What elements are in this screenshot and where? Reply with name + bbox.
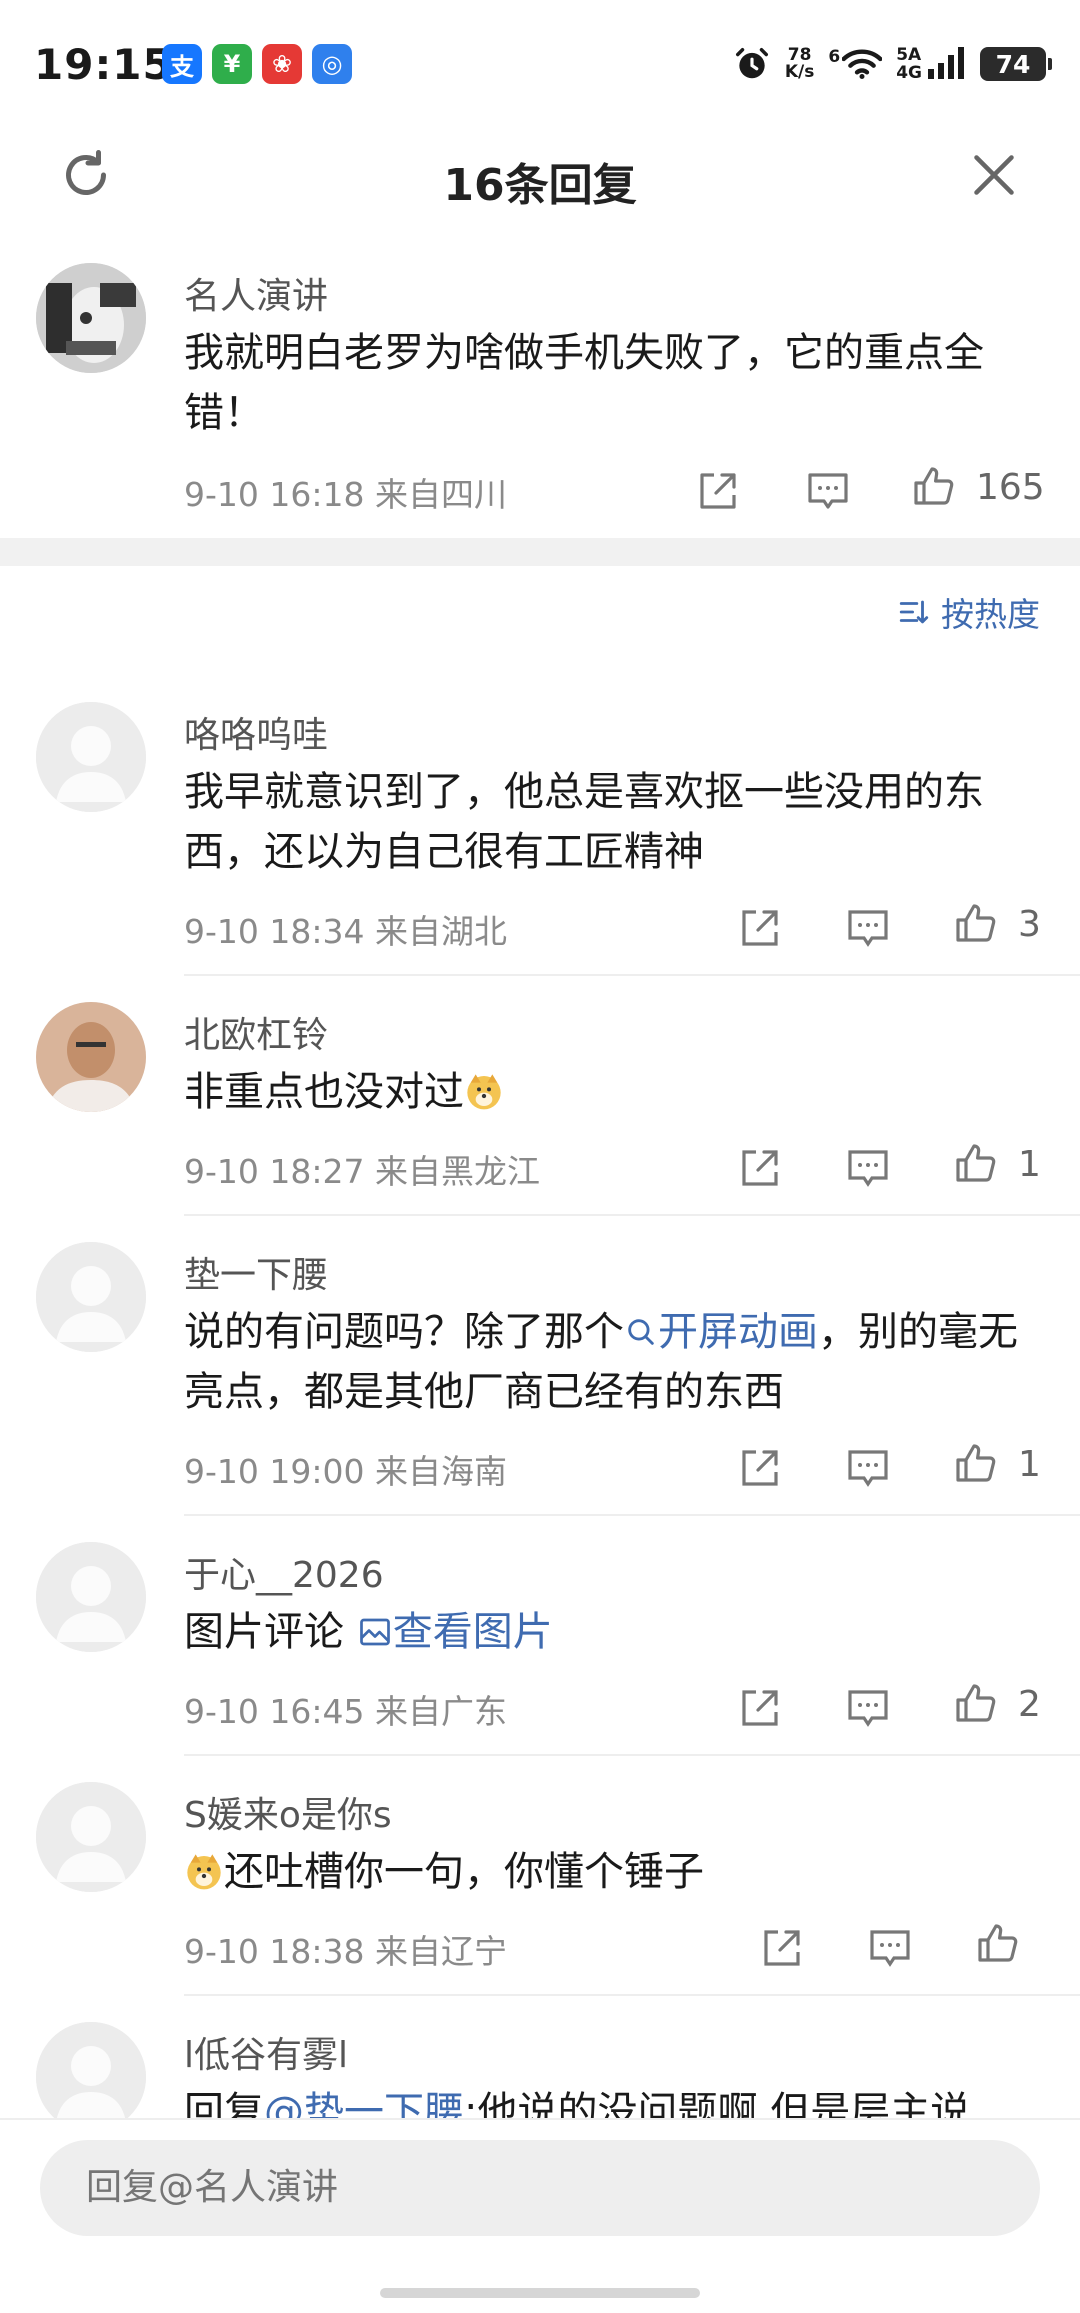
reply-username[interactable]: S媛来o是你s [184, 1786, 392, 1838]
avatar[interactable] [36, 702, 146, 812]
comment-icon[interactable] [804, 467, 852, 515]
avatar[interactable] [36, 263, 146, 373]
alarm-icon [735, 48, 768, 79]
share-icon[interactable] [736, 904, 784, 952]
share-icon[interactable] [758, 1924, 806, 1972]
reply-username[interactable]: 于心__2026 [184, 1546, 384, 1598]
reply-text: 我早就意识到了，他总是喜欢抠一些没用的东西，还以为自己很有工匠精神 [184, 769, 984, 875]
main-post-text: 我就明白老罗为啥做手机失败了，它的重点全错！ [184, 330, 984, 436]
comment-icon[interactable] [866, 1924, 914, 1972]
view-image-link[interactable]: 查看图片 [357, 1609, 553, 1655]
avatar[interactable] [36, 2022, 146, 2118]
mention-link[interactable]: @垫一下腰 [264, 2089, 464, 2118]
reply-text: 非重点也没对过 [184, 1062, 1044, 1122]
share-icon[interactable] [736, 1144, 784, 1192]
like-icon[interactable] [952, 900, 1000, 948]
main-post: 名人演讲 我就明白老罗为啥做手机失败了，它的重点全错！ 9-10 16:18 来… [0, 255, 1080, 535]
cell-signal: 5A 4G [896, 46, 966, 82]
shopping-app-icon: ¥ [212, 44, 252, 84]
share-icon[interactable] [736, 1444, 784, 1492]
reply-meta: 9-10 18:34 来自湖北 [184, 912, 507, 951]
image-icon [359, 1618, 390, 1646]
share-icon[interactable] [736, 1684, 784, 1732]
divider [184, 1514, 1080, 1516]
list-item: 于心__2026 图片评论 查看图片 9-10 16:45 来自广东 2 [0, 1540, 1080, 1760]
alipay-app-icon: 支 [162, 44, 202, 84]
reply-username[interactable]: 垫一下腰 [184, 1246, 328, 1298]
reply-meta: 9-10 18:27 来自黑龙江 [184, 1152, 540, 1191]
reply-meta: 9-10 16:45 来自广东 [184, 1692, 507, 1731]
divider [184, 1214, 1080, 1216]
reply-meta: 9-10 18:38 来自辽宁 [184, 1932, 507, 1971]
wifi-indicator: 6 [828, 48, 883, 80]
status-bar: 19:15 支 ¥ ❀ ◎ 78 K/s 6 5A 4G 74 [0, 0, 1080, 120]
main-post-meta: 9-10 16:18 来自四川 [184, 475, 507, 514]
doge-emoji-icon [187, 1854, 221, 1890]
page-title: 16条回复 [443, 160, 637, 211]
reply-bar [0, 2118, 1080, 2313]
divider [184, 974, 1080, 976]
reply-meta: 9-10 19:00 来自海南 [184, 1452, 507, 1491]
like-count: 2 [1018, 1684, 1041, 1725]
avatar-photo [36, 263, 146, 373]
divider [184, 1754, 1080, 1756]
like-icon[interactable] [910, 463, 958, 511]
search-link[interactable]: 开屏动画 [624, 1309, 818, 1355]
like-count: 1 [1018, 1144, 1041, 1185]
net-speed: 78 K/s [784, 45, 815, 82]
home-indicator[interactable] [380, 2288, 700, 2298]
list-item: 咯咯呜哇 我早就意识到了，他总是喜欢抠一些没用的东西，还以为自己很有工匠精神 9… [0, 700, 1080, 980]
reply-input[interactable] [40, 2140, 1040, 2236]
share-icon[interactable] [694, 467, 742, 515]
comment-icon[interactable] [844, 1444, 892, 1492]
list-item: S媛来o是你s 还吐槽你一句，你懂个锤子 9-10 18:38 来自辽宁 [0, 1780, 1080, 2000]
battery-indicator: 74 [980, 47, 1052, 81]
avatar[interactable] [36, 1542, 146, 1652]
like-icon[interactable] [974, 1920, 1022, 1968]
list-item: 北欧杠铃 非重点也没对过 9-10 18:27 来自黑龙江 1 [0, 1000, 1080, 1220]
comment-icon[interactable] [844, 904, 892, 952]
reply-text: 回复@垫一下腰:他说的没问题啊 但是层主说 [184, 2082, 1044, 2118]
signal-bars-icon [928, 47, 964, 79]
reply-text: 说的有问题吗？除了那个 开屏动画，别的毫无亮点，都是其他厂商已经有的东西 [184, 1309, 1018, 1415]
avatar[interactable] [36, 1782, 146, 1892]
divider [184, 1994, 1080, 1996]
reply-text: 图片评论 查看图片 [184, 1609, 553, 1655]
status-indicators: 78 K/s 6 5A 4G 74 [733, 42, 1052, 86]
main-post-username[interactable]: 名人演讲 [184, 267, 328, 319]
sort-icon [899, 600, 929, 624]
list-item: l低谷有雾l 回复@垫一下腰:他说的没问题啊 但是层主说 [0, 2020, 1080, 2118]
section-divider [0, 538, 1080, 566]
sort-label: 按热度 [941, 595, 1040, 634]
header: 16条回复 [0, 125, 1080, 221]
like-count: 3 [1018, 904, 1041, 945]
reply-username[interactable]: 北欧杠铃 [184, 1006, 328, 1058]
search-icon [628, 1319, 654, 1345]
status-time: 19:15 [34, 40, 173, 89]
browser-app-icon: ◎ [312, 44, 352, 84]
like-count: 1 [1018, 1444, 1041, 1485]
reply-username[interactable]: 咯咯呜哇 [184, 706, 328, 758]
like-count: 165 [976, 467, 1045, 508]
wifi-icon [842, 49, 883, 79]
comment-icon[interactable] [844, 1684, 892, 1732]
reply-text: 还吐槽你一句，你懂个锤子 [184, 1842, 1044, 1902]
comment-icon[interactable] [844, 1144, 892, 1192]
flower-app-icon: ❀ [262, 44, 302, 84]
reply-username[interactable]: l低谷有雾l [184, 2026, 348, 2078]
close-icon[interactable] [964, 145, 1024, 205]
like-icon[interactable] [952, 1440, 1000, 1488]
sort-button[interactable]: 按热度 [897, 588, 1040, 636]
like-icon[interactable] [952, 1140, 1000, 1188]
doge-emoji-icon [467, 1074, 501, 1110]
avatar[interactable] [36, 1002, 146, 1112]
avatar[interactable] [36, 1242, 146, 1352]
like-icon[interactable] [952, 1680, 1000, 1728]
list-item: 垫一下腰 说的有问题吗？除了那个 开屏动画，别的毫无亮点，都是其他厂商已经有的东西… [0, 1240, 1080, 1520]
